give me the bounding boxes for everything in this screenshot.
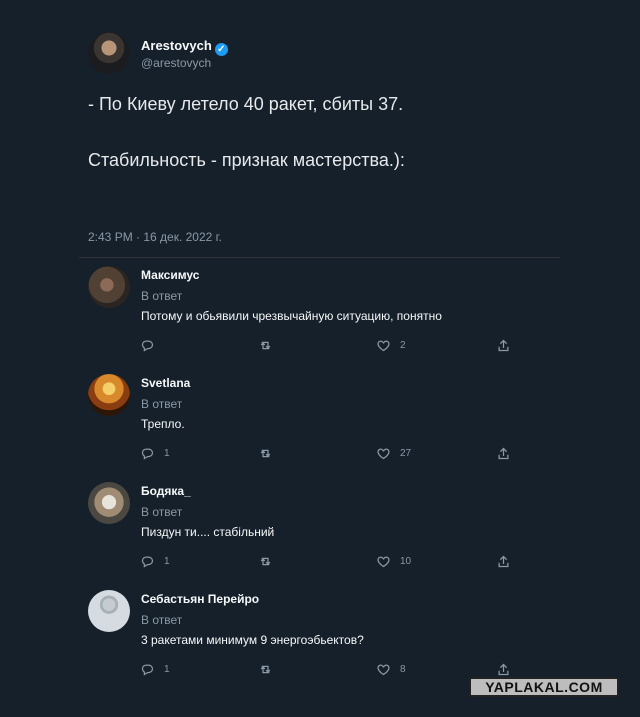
reply-context: В ответ: [141, 289, 183, 303]
share-icon: [498, 663, 509, 675]
author-avatar[interactable]: [88, 32, 130, 74]
share-icon: [498, 555, 509, 567]
author-handle[interactable]: @arestovych: [141, 56, 211, 70]
reply-icon: [141, 556, 154, 568]
reply-avatar[interactable]: [88, 590, 130, 632]
like-button[interactable]: 10: [376, 552, 411, 570]
reply-button[interactable]: 1: [140, 660, 170, 678]
reply-icon: [141, 664, 154, 676]
reply-item[interactable]: Себастьян Перейро В ответ 3 ракетами мин…: [88, 590, 558, 690]
retweet-button[interactable]: [258, 552, 282, 570]
like-button[interactable]: 2: [376, 336, 406, 354]
like-count: 27: [400, 447, 412, 459]
retweet-button[interactable]: [258, 336, 282, 354]
reply-icon: [141, 340, 154, 352]
reply-text: Потому и обьявили чрезвычайную ситуацию,…: [141, 309, 442, 323]
share-icon: [498, 339, 509, 351]
share-button[interactable]: [496, 660, 511, 678]
share-icon: [498, 447, 509, 459]
like-icon: [377, 447, 390, 459]
reply-avatar[interactable]: [88, 266, 130, 308]
reply-text: Пиздун ти.... стабільний: [141, 525, 275, 539]
tweet-text-line-2: Стабильность - признак мастерства.):: [88, 150, 405, 170]
reply-text: Трепло.: [141, 417, 185, 431]
author-name[interactable]: Arestovych ✓: [141, 38, 228, 56]
retweet-icon: [260, 341, 271, 349]
share-button[interactable]: [496, 552, 511, 570]
reply-context: В ответ: [141, 397, 183, 411]
author-name-text[interactable]: Arestovych: [141, 38, 212, 53]
verified-icon: ✓: [214, 43, 228, 56]
like-count: 8: [400, 663, 406, 675]
retweet-icon: [260, 557, 271, 565]
like-count: 2: [400, 339, 406, 351]
share-button[interactable]: [496, 336, 511, 354]
reply-count: 1: [164, 555, 170, 567]
reply-actions: 1 10: [140, 552, 520, 570]
like-icon: [377, 555, 390, 567]
reply-context: В ответ: [141, 505, 183, 519]
retweet-button[interactable]: [258, 660, 282, 678]
reply-author-name[interactable]: Svetlana: [141, 376, 190, 390]
reply-author-name[interactable]: Себастьян Перейро: [141, 592, 259, 606]
reply-author-name[interactable]: Максимус: [141, 268, 199, 282]
reply-count: 1: [164, 663, 170, 675]
retweet-icon: [260, 665, 271, 673]
reply-author-name[interactable]: Бодяка_: [141, 484, 191, 498]
reply-button[interactable]: [140, 336, 164, 354]
reply-item[interactable]: Бодяка_ В ответ Пиздун ти.... стабільний…: [88, 482, 558, 582]
like-icon: [377, 663, 390, 675]
reply-actions: 2: [140, 336, 520, 354]
tweet-text: - По Киеву летело 40 ракет, сбиты 37. Ст…: [88, 90, 588, 202]
reply-actions: 1 8: [140, 660, 520, 678]
share-button[interactable]: [496, 444, 511, 462]
like-button[interactable]: 27: [376, 444, 411, 462]
retweet-button[interactable]: [258, 444, 282, 462]
divider: [79, 257, 560, 258]
like-button[interactable]: 8: [376, 660, 406, 678]
like-count: 10: [400, 555, 412, 567]
reply-button[interactable]: 1: [140, 552, 170, 570]
reply-context: В ответ: [141, 613, 183, 627]
reply-text: 3 ракетами минимум 9 энергоэбьектов?: [141, 633, 364, 647]
tweet-text-line-1: - По Киеву летело 40 ракет, сбиты 37.: [88, 94, 404, 114]
reply-avatar[interactable]: [88, 374, 130, 416]
reply-avatar[interactable]: [88, 482, 130, 524]
reply-icon: [141, 448, 154, 460]
reply-item[interactable]: Максимус В ответ Потому и обьявили чрезв…: [88, 266, 558, 366]
reply-button[interactable]: 1: [140, 444, 170, 462]
retweet-icon: [260, 449, 271, 457]
reply-count: 1: [164, 447, 170, 459]
watermark: YAPLAKAL.COM: [469, 677, 619, 697]
like-icon: [377, 339, 390, 351]
reply-actions: 1 27: [140, 444, 520, 462]
tweet-timestamp[interactable]: 2:43 PM · 16 дек. 2022 г.: [88, 230, 222, 244]
reply-item[interactable]: Svetlana В ответ Трепло. 1 27: [88, 374, 558, 474]
